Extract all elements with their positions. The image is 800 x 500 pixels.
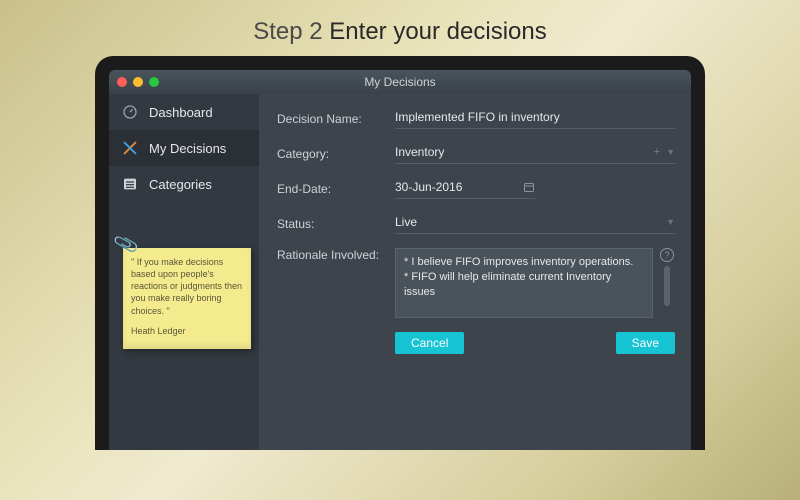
step-prefix: Step 2 [253, 18, 329, 45]
titlebar: My Decisions [109, 70, 691, 94]
gauge-icon [121, 103, 139, 121]
sidebar: Dashboard My Decisions Categories [109, 94, 259, 450]
label-decision-name: Decision Name: [277, 112, 395, 126]
label-end-date: End-Date: [277, 182, 395, 196]
sticky-attribution: Heath Ledger [131, 325, 243, 337]
list-icon [121, 175, 139, 193]
label-rationale: Rationale Involved: [277, 248, 395, 262]
sidebar-item-label: Dashboard [149, 105, 213, 120]
row-status: Status: Live ▼ [277, 213, 675, 234]
save-button[interactable]: Save [616, 332, 675, 354]
step-title: Enter your decisions [329, 18, 546, 45]
rationale-textarea[interactable] [395, 248, 653, 318]
button-row: Cancel Save [277, 332, 675, 354]
label-status: Status: [277, 217, 395, 231]
cross-tools-icon [121, 139, 139, 157]
monitor-frame: My Decisions Dashboard My Decisions [95, 56, 705, 450]
app-window: My Decisions Dashboard My Decisions [109, 70, 691, 450]
chevron-down-icon: ▼ [666, 217, 675, 227]
chevron-down-icon: ▼ [666, 147, 675, 157]
calendar-icon[interactable] [523, 181, 535, 193]
scrollbar[interactable] [664, 266, 670, 306]
monitor-screen: My Decisions Dashboard My Decisions [109, 70, 691, 450]
row-decision-name: Decision Name: Implemented FIFO in inven… [277, 108, 675, 129]
cancel-button[interactable]: Cancel [395, 332, 464, 354]
row-end-date: End-Date: 30-Jun-2016 [277, 178, 675, 199]
sidebar-item-label: My Decisions [149, 141, 226, 156]
category-value: Inventory [395, 145, 444, 159]
sidebar-item-label: Categories [149, 177, 212, 192]
sidebar-item-categories[interactable]: Categories [109, 166, 259, 202]
sticky-quote: " If you make decisions based upon peopl… [131, 256, 243, 317]
help-icon[interactable]: ? [660, 248, 674, 262]
decision-name-value: Implemented FIFO in inventory [395, 110, 560, 124]
form-panel: Decision Name: Implemented FIFO in inven… [259, 94, 691, 450]
row-rationale: Rationale Involved: ? [277, 248, 675, 318]
end-date-value: 30-Jun-2016 [395, 180, 462, 194]
label-category: Category: [277, 147, 395, 161]
content: Dashboard My Decisions Categories [109, 94, 691, 450]
sidebar-item-dashboard[interactable]: Dashboard [109, 94, 259, 130]
sticky-note: 📎 " If you make decisions based upon peo… [109, 248, 259, 359]
category-select[interactable]: Inventory + ▼ [395, 143, 675, 164]
plus-icon[interactable]: + [654, 146, 660, 158]
end-date-input[interactable]: 30-Jun-2016 [395, 178, 535, 199]
row-category: Category: Inventory + ▼ [277, 143, 675, 164]
window-title: My Decisions [109, 75, 691, 89]
decision-name-input[interactable]: Implemented FIFO in inventory [395, 108, 675, 129]
sidebar-item-my-decisions[interactable]: My Decisions [109, 130, 259, 166]
page-title: Step 2 Enter your decisions [0, 0, 800, 56]
status-value: Live [395, 215, 417, 229]
status-select[interactable]: Live ▼ [395, 213, 675, 234]
